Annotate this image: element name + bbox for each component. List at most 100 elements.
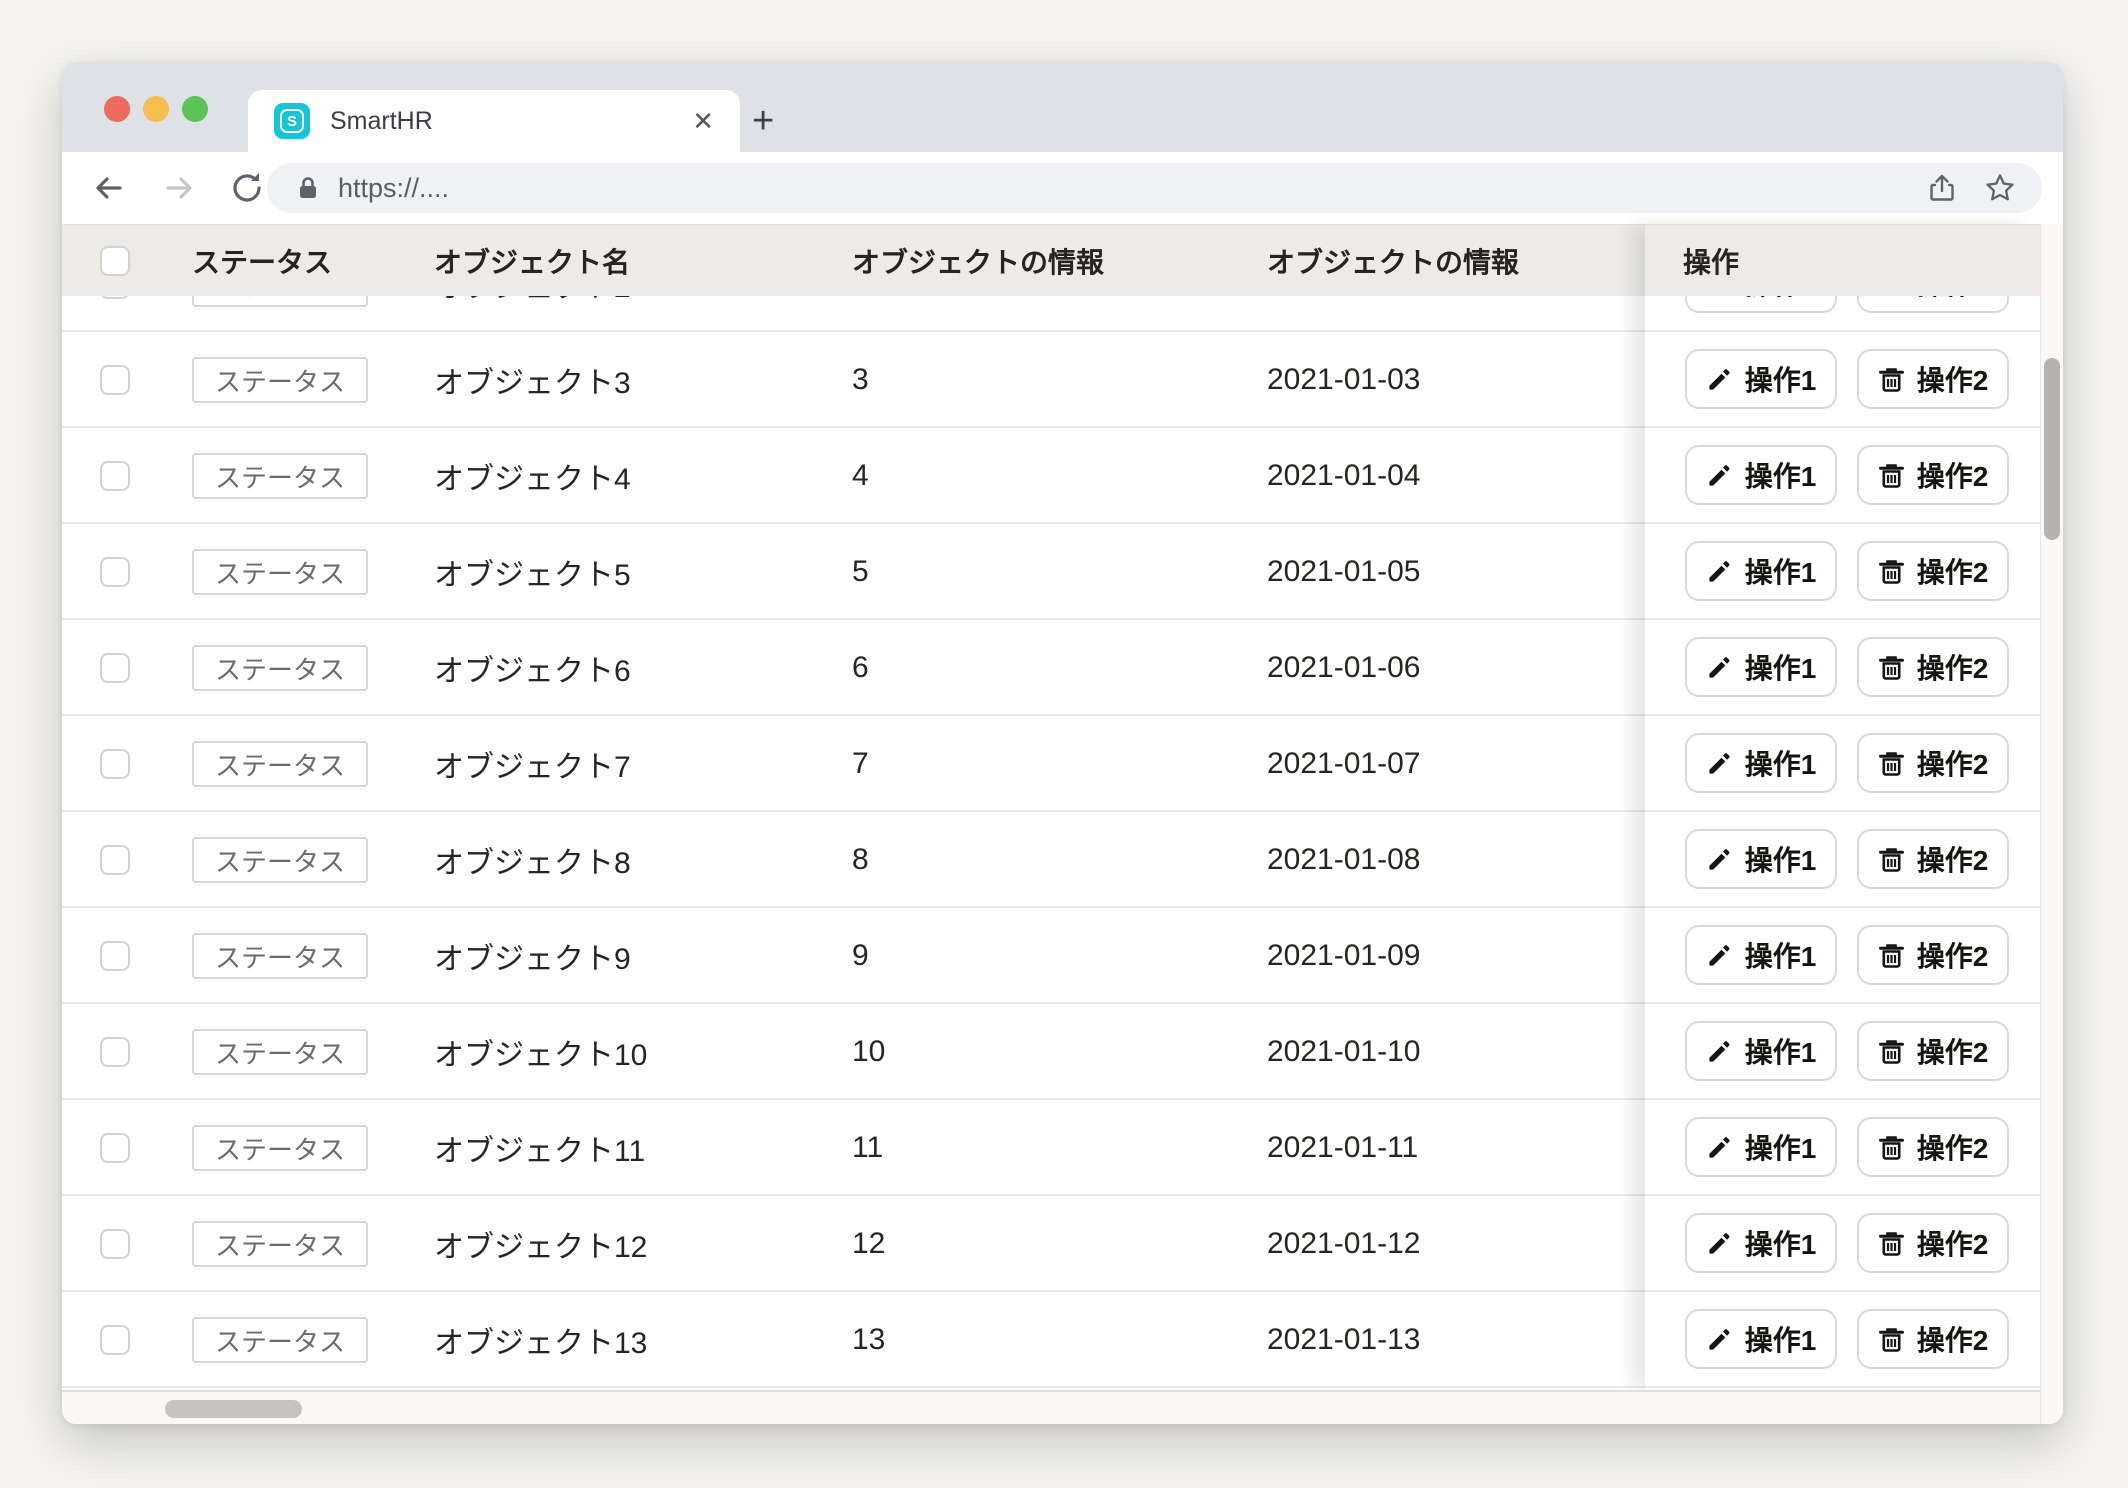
- vertical-scrollbar-thumb[interactable]: [2044, 358, 2060, 540]
- status-chip: ステータス: [192, 837, 368, 883]
- operation-2-button[interactable]: 操作2: [1857, 349, 2009, 409]
- operation-1-button[interactable]: 操作1: [1685, 541, 1837, 601]
- column-header-object-info-1: オブジェクトの情報: [852, 225, 1104, 297]
- status-chip: ステータス: [192, 296, 368, 307]
- status-chip: ステータス: [192, 645, 368, 691]
- cell-object-name: オブジェクト10: [434, 1004, 647, 1100]
- operation-2-button[interactable]: 操作2: [1857, 829, 2009, 889]
- bookmark-star-icon[interactable]: [1984, 172, 2016, 204]
- url-bar[interactable]: https://....: [267, 163, 2042, 213]
- browser-window: S SmartHR ✕ + https://....: [62, 62, 2063, 1424]
- operation-1-button[interactable]: 操作1: [1685, 1213, 1837, 1273]
- cell-object-info-2: 2021-01-04: [1267, 428, 1420, 524]
- row-checkbox[interactable]: [100, 1229, 130, 1259]
- operation-2-button[interactable]: 操作2: [1857, 1021, 2009, 1081]
- operation-1-button[interactable]: 操作1: [1685, 925, 1837, 985]
- vertical-scrollbar-track[interactable]: [2040, 224, 2063, 1424]
- traffic-light-minimize-button[interactable]: [143, 96, 169, 122]
- operations-row: 操作1 操作2: [1645, 332, 2040, 428]
- column-header-status: ステータス: [192, 225, 332, 297]
- cell-object-info-2: 2021-01-06: [1267, 620, 1420, 716]
- cell-object-info-1: 4: [852, 428, 869, 524]
- smarthr-favicon-icon: S: [274, 103, 310, 139]
- operation-2-button[interactable]: 操作2: [1857, 925, 2009, 985]
- trash-icon: [1878, 558, 1905, 585]
- trash-icon: [1878, 1134, 1905, 1161]
- row-checkbox[interactable]: [100, 1037, 130, 1067]
- operation-1-button[interactable]: 操作1: [1685, 637, 1837, 697]
- pencil-icon: [1706, 1230, 1733, 1257]
- select-all-checkbox[interactable]: [100, 246, 130, 276]
- status-chip: ステータス: [192, 1317, 368, 1363]
- operation-1-button[interactable]: 操作1: [1685, 296, 1837, 313]
- cell-object-name: オブジェクト13: [434, 1292, 647, 1388]
- row-checkbox[interactable]: [100, 941, 130, 971]
- operation-1-button[interactable]: 操作1: [1685, 829, 1837, 889]
- cell-object-name: オブジェクト8: [434, 812, 631, 908]
- row-checkbox[interactable]: [100, 1133, 130, 1163]
- traffic-light-close-button[interactable]: [104, 96, 130, 122]
- pencil-icon: [1706, 462, 1733, 489]
- cell-object-info-2: 2021-01-07: [1267, 716, 1420, 812]
- share-icon[interactable]: [1926, 172, 1958, 204]
- forward-button-icon[interactable]: [160, 169, 198, 207]
- operation-2-button[interactable]: 操作2: [1857, 1309, 2009, 1369]
- operation-1-button[interactable]: 操作1: [1685, 445, 1837, 505]
- new-tab-button[interactable]: +: [752, 102, 774, 140]
- cell-object-info-2: 2021-01-08: [1267, 812, 1420, 908]
- operation-2-button[interactable]: 操作2: [1857, 637, 2009, 697]
- cell-object-info-2: 2021-01-02: [1267, 296, 1420, 332]
- tab-strip: S SmartHR ✕ +: [62, 62, 2063, 152]
- cell-object-info-2: 2021-01-12: [1267, 1196, 1420, 1292]
- operations-header-cell: 操作: [1645, 224, 2040, 296]
- row-checkbox[interactable]: [100, 749, 130, 779]
- horizontal-scrollbar-thumb[interactable]: [165, 1400, 302, 1418]
- row-checkbox[interactable]: [100, 557, 130, 587]
- cell-object-name: オブジェクト12: [434, 1196, 647, 1292]
- row-checkbox[interactable]: [100, 461, 130, 491]
- row-checkbox[interactable]: [100, 845, 130, 875]
- traffic-light-zoom-button[interactable]: [182, 96, 208, 122]
- trash-icon: [1878, 1230, 1905, 1257]
- operation-2-button[interactable]: 操作2: [1857, 1117, 2009, 1177]
- trash-icon: [1878, 654, 1905, 681]
- status-chip: ステータス: [192, 1221, 368, 1267]
- cell-object-info-1: 5: [852, 524, 869, 620]
- status-chip: ステータス: [192, 549, 368, 595]
- operation-1-button[interactable]: 操作1: [1685, 733, 1837, 793]
- ops-body: 操作1 操作2 操作1: [1645, 296, 2040, 1388]
- cell-object-name: オブジェクト9: [434, 908, 631, 1004]
- operation-2-button[interactable]: 操作2: [1857, 733, 2009, 793]
- trash-icon: [1878, 462, 1905, 489]
- operations-row: 操作1 操作2: [1645, 428, 2040, 524]
- column-header-object-name: オブジェクト名: [434, 225, 630, 297]
- cell-object-name: オブジェクト4: [434, 428, 631, 524]
- row-checkbox[interactable]: [100, 296, 130, 299]
- row-checkbox[interactable]: [100, 365, 130, 395]
- operation-1-button[interactable]: 操作1: [1685, 349, 1837, 409]
- row-checkbox[interactable]: [100, 1325, 130, 1355]
- row-checkbox[interactable]: [100, 653, 130, 683]
- trash-icon: [1878, 846, 1905, 873]
- tab-close-icon[interactable]: ✕: [692, 108, 714, 134]
- operations-row: 操作1 操作2: [1645, 716, 2040, 812]
- operation-2-button[interactable]: 操作2: [1857, 1213, 2009, 1273]
- operations-row: 操作1 操作2: [1645, 620, 2040, 716]
- operations-row: 操作1 操作2: [1645, 1004, 2040, 1100]
- operation-2-button[interactable]: 操作2: [1857, 445, 2009, 505]
- operation-1-button[interactable]: 操作1: [1685, 1309, 1837, 1369]
- operation-1-button[interactable]: 操作1: [1685, 1117, 1837, 1177]
- cell-object-info-1: 11: [852, 1100, 883, 1196]
- operation-2-button[interactable]: 操作2: [1857, 541, 2009, 601]
- trash-icon: [1878, 1038, 1905, 1065]
- status-chip: ステータス: [192, 453, 368, 499]
- operation-2-button[interactable]: 操作2: [1857, 296, 2009, 313]
- horizontal-scrollbar-track[interactable]: [62, 1390, 2040, 1424]
- pencil-icon: [1706, 366, 1733, 393]
- browser-tab[interactable]: S SmartHR ✕: [248, 90, 740, 152]
- pencil-icon: [1706, 296, 1733, 297]
- reload-button-icon[interactable]: [228, 169, 266, 207]
- back-button-icon[interactable]: [90, 169, 128, 207]
- trash-icon: [1878, 750, 1905, 777]
- operation-1-button[interactable]: 操作1: [1685, 1021, 1837, 1081]
